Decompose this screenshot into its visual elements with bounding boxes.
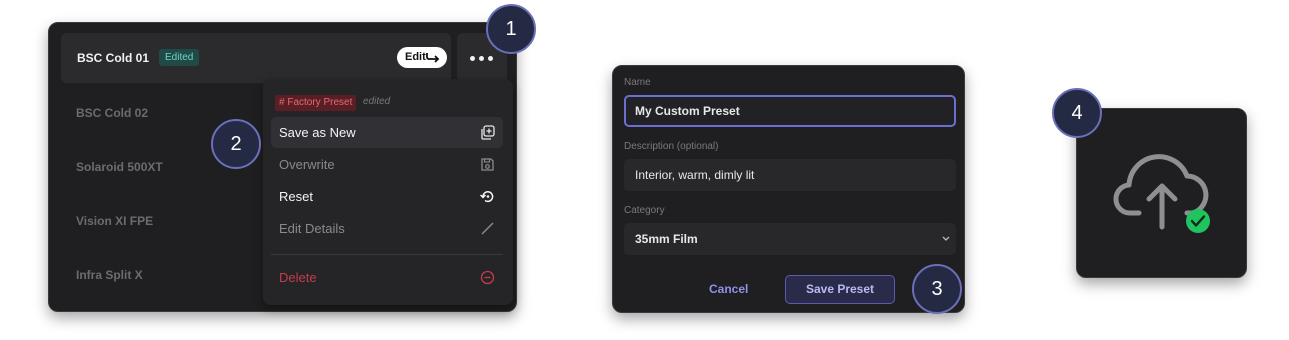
chevron-down-icon bbox=[942, 236, 950, 241]
cloud-upload-success-icon bbox=[1113, 154, 1210, 233]
menu-item-delete[interactable]: Delete bbox=[271, 262, 503, 293]
preset-options-menu: # Factory Preset edited Save as New Over… bbox=[263, 79, 513, 305]
menu-item-label: Reset bbox=[279, 189, 313, 204]
save-preset-form: Name My Custom Preset Description (optio… bbox=[612, 65, 965, 313]
factory-preset-badge: # Factory Preset bbox=[275, 95, 357, 111]
preset-item[interactable]: BSC Cold 02 bbox=[76, 106, 148, 120]
save-as-new-icon bbox=[481, 125, 495, 140]
save-disk-icon bbox=[481, 158, 494, 171]
description-label: Description (optional) bbox=[624, 141, 719, 152]
factory-preset-note: edited bbox=[363, 96, 391, 107]
dot-icon bbox=[488, 56, 493, 61]
menu-item-save-as-new[interactable]: Save as New bbox=[271, 117, 503, 148]
preset-item[interactable]: Infra Split X bbox=[76, 268, 143, 282]
menu-item-reset[interactable]: Reset bbox=[271, 181, 503, 212]
menu-item-overwrite[interactable]: Overwrite bbox=[271, 149, 503, 180]
step-callout-2: 2 bbox=[211, 119, 261, 169]
menu-divider bbox=[271, 254, 503, 255]
pencil-icon bbox=[481, 222, 494, 235]
upload-status-panel bbox=[1076, 108, 1247, 278]
category-select[interactable]: 35mm Film bbox=[624, 223, 956, 255]
step-callout-4: 4 bbox=[1052, 88, 1102, 138]
step-callout-1: 1 bbox=[486, 4, 536, 54]
menu-item-edit-details[interactable]: Edit Details bbox=[271, 213, 503, 244]
edit-button[interactable]: Edit bbox=[397, 47, 447, 68]
return-arrow-icon bbox=[426, 53, 440, 63]
category-label: Category bbox=[624, 205, 665, 216]
dot-icon bbox=[479, 56, 484, 61]
description-input[interactable]: Interior, warm, dimly lit bbox=[624, 159, 956, 191]
dot-icon bbox=[470, 56, 475, 61]
menu-item-label: Delete bbox=[279, 270, 317, 285]
selected-preset-name: BSC Cold 01 bbox=[77, 51, 150, 65]
name-input[interactable]: My Custom Preset bbox=[624, 95, 956, 127]
cancel-button[interactable]: Cancel bbox=[709, 282, 748, 296]
selected-preset-row[interactable]: BSC Cold 01 Edited Edit bbox=[61, 33, 451, 83]
save-preset-button[interactable]: Save Preset bbox=[785, 275, 895, 304]
reset-icon bbox=[480, 191, 494, 203]
preset-item[interactable]: Solaroid 500XT bbox=[76, 160, 163, 174]
edited-badge: Edited bbox=[159, 49, 200, 66]
remove-circle-icon bbox=[480, 270, 495, 285]
edit-button-label: Edit bbox=[405, 51, 426, 63]
menu-item-label: Save as New bbox=[279, 125, 356, 140]
name-label: Name bbox=[624, 77, 651, 88]
category-value: 35mm Film bbox=[635, 232, 698, 246]
menu-item-label: Edit Details bbox=[279, 221, 345, 236]
preset-item[interactable]: Vision XI FPE bbox=[76, 214, 153, 228]
preset-list-panel: BSC Cold 01 Edited Edit BSC Cold 02 Sola… bbox=[48, 22, 517, 312]
step-callout-3: 3 bbox=[912, 264, 962, 314]
menu-item-label: Overwrite bbox=[279, 157, 335, 172]
